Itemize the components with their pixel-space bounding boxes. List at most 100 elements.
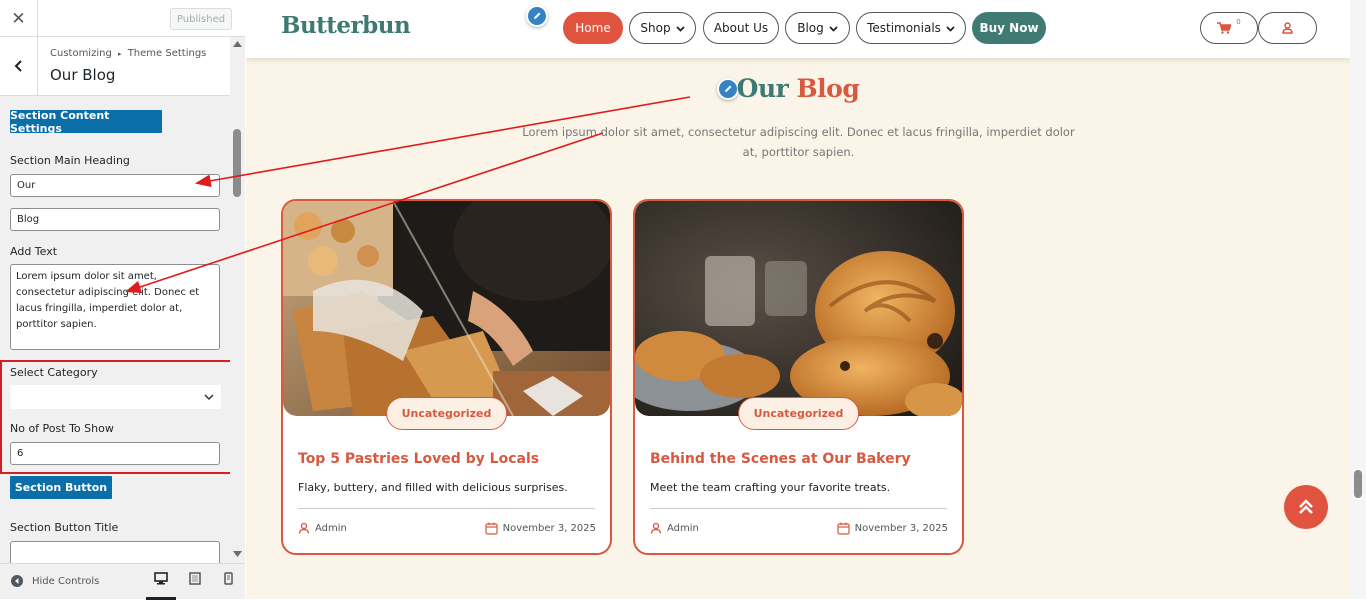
cart-count: 0 — [1236, 18, 1241, 26]
post-count-input[interactable] — [10, 442, 220, 465]
user-icon — [1282, 22, 1293, 34]
post-excerpt: Flaky, buttery, and filled with deliciou… — [298, 481, 568, 494]
desktop-icon — [154, 572, 168, 585]
cart-icon — [1217, 22, 1232, 34]
preview-scrollbar-thumb[interactable] — [1354, 470, 1362, 498]
section-button-settings-button[interactable]: Section Button — [10, 476, 112, 499]
scroll-down-icon — [233, 551, 242, 557]
customizer-panel: ✕ Published Customizing ▸ Theme Settings… — [0, 0, 245, 600]
post-title[interactable]: Top 5 Pastries Loved by Locals — [298, 451, 539, 467]
post-count-label: No of Post To Show — [10, 422, 114, 435]
heading-second-word: Blog — [796, 74, 860, 103]
chevron-down-icon — [204, 394, 214, 401]
close-customizer-button[interactable]: ✕ — [0, 0, 38, 37]
panel-scrollbar-thumb[interactable] — [233, 129, 241, 197]
post-category-badge[interactable]: Uncategorized — [385, 397, 508, 430]
section-header: Customizing ▸ Theme Settings Our Blog — [0, 37, 230, 96]
post-date-text: November 3, 2025 — [502, 523, 596, 534]
calendar-icon — [485, 522, 498, 535]
nav-about-label: About Us — [713, 21, 769, 35]
post-card[interactable]: Uncategorized Top 5 Pastries Loved by Lo… — [281, 199, 612, 555]
section-button-title-label: Section Button Title — [10, 521, 119, 534]
post-author[interactable]: Admin — [298, 522, 347, 534]
main-heading-second-input[interactable] — [10, 208, 220, 231]
blog-section-subtitle: Lorem ipsum dolor sit amet, consectetur … — [522, 125, 1075, 159]
site-logo[interactable]: Butterbun — [281, 12, 411, 39]
nav-blog-label: Blog — [797, 21, 824, 35]
nav-home-label: Home — [575, 21, 611, 35]
post-title[interactable]: Behind the Scenes at Our Bakery — [650, 451, 911, 467]
panel-scrollbar[interactable] — [230, 37, 245, 563]
panel-title: Our Blog — [50, 66, 116, 84]
buy-now-label: Buy Now — [979, 21, 1039, 35]
calendar-icon — [837, 522, 850, 535]
main-heading-first-input[interactable] — [10, 174, 220, 197]
customizer-topbar: ✕ Published — [0, 0, 245, 37]
post-author-name: Admin — [667, 522, 699, 534]
chevron-down-icon — [675, 25, 685, 32]
scroll-to-top-button[interactable] — [1284, 485, 1328, 529]
pastries-photo — [635, 201, 962, 416]
post-image[interactable] — [635, 201, 962, 416]
breadcrumb-section: Theme Settings — [127, 48, 207, 59]
divider — [650, 508, 947, 509]
bakery-counter-photo — [283, 201, 610, 416]
breadcrumb: Customizing ▸ Theme Settings — [50, 48, 206, 59]
collapse-icon — [11, 575, 23, 587]
nav-shop-label: Shop — [640, 21, 671, 35]
nav-shop[interactable]: Shop — [629, 12, 696, 44]
section-button-title-input[interactable] — [10, 541, 220, 563]
post-date: November 3, 2025 — [485, 522, 596, 535]
preview-desktop-button[interactable] — [146, 572, 176, 600]
divider — [298, 508, 595, 509]
back-button[interactable] — [0, 37, 38, 95]
buy-now-button[interactable]: Buy Now — [972, 12, 1046, 44]
blog-section-heading: Our Blog — [246, 74, 1350, 103]
preview-scrollbar[interactable] — [1350, 0, 1366, 599]
hide-controls-label: Hide Controls — [32, 575, 100, 587]
controls-area: Section Content Settings Section Main He… — [0, 96, 230, 563]
post-date-text: November 3, 2025 — [854, 523, 948, 534]
category-select[interactable] — [10, 385, 221, 409]
site-preview: Butterbun Home Shop About Us Blog Testim… — [246, 0, 1350, 599]
post-excerpt: Meet the team crafting your favorite tre… — [650, 481, 891, 494]
nav-blog[interactable]: Blog — [785, 12, 850, 44]
hide-controls-button[interactable]: Hide Controls — [10, 574, 99, 588]
preview-tablet-button[interactable] — [180, 572, 210, 600]
edit-shortcut-button[interactable] — [526, 5, 548, 27]
add-text-textarea[interactable]: Lorem ipsum dolor sit amet, consectetur … — [10, 264, 220, 350]
chevron-down-icon — [946, 25, 955, 32]
site-header: Butterbun Home Shop About Us Blog Testim… — [246, 0, 1350, 58]
post-category-badge[interactable]: Uncategorized — [737, 397, 860, 430]
preview-mobile-button[interactable] — [213, 572, 243, 600]
user-icon — [298, 522, 310, 534]
user-icon — [650, 522, 662, 534]
post-date: November 3, 2025 — [837, 522, 948, 535]
customizer-footer: Hide Controls — [0, 563, 245, 600]
nav-testimonials[interactable]: Testimonials — [856, 12, 966, 44]
close-icon: ✕ — [11, 8, 26, 29]
section-content-settings-button[interactable]: Section Content Settings — [10, 109, 162, 135]
post-card[interactable]: Uncategorized Behind the Scenes at Our B… — [633, 199, 964, 555]
chevron-down-icon — [829, 25, 838, 32]
post-image[interactable] — [283, 201, 610, 416]
chevron-left-icon — [14, 60, 22, 72]
post-author-name: Admin — [315, 522, 347, 534]
scroll-up-icon — [233, 41, 242, 47]
tablet-icon — [189, 572, 201, 585]
nav-testimonials-label: Testimonials — [867, 21, 941, 35]
breadcrumb-separator: ▸ — [118, 50, 122, 58]
nav-about[interactable]: About Us — [703, 12, 779, 44]
double-chevron-up-icon — [1299, 499, 1313, 514]
add-text-label: Add Text — [10, 245, 58, 258]
breadcrumb-root: Customizing — [50, 48, 112, 59]
account-button[interactable] — [1258, 12, 1317, 44]
published-button[interactable]: Published — [170, 8, 232, 30]
pencil-icon — [534, 12, 541, 19]
cart-button[interactable]: 0 — [1200, 12, 1258, 44]
nav-home[interactable]: Home — [563, 12, 623, 44]
select-category-label: Select Category — [10, 366, 98, 379]
post-author[interactable]: Admin — [650, 522, 699, 534]
main-heading-label: Section Main Heading — [10, 154, 130, 167]
mobile-icon — [223, 572, 233, 585]
